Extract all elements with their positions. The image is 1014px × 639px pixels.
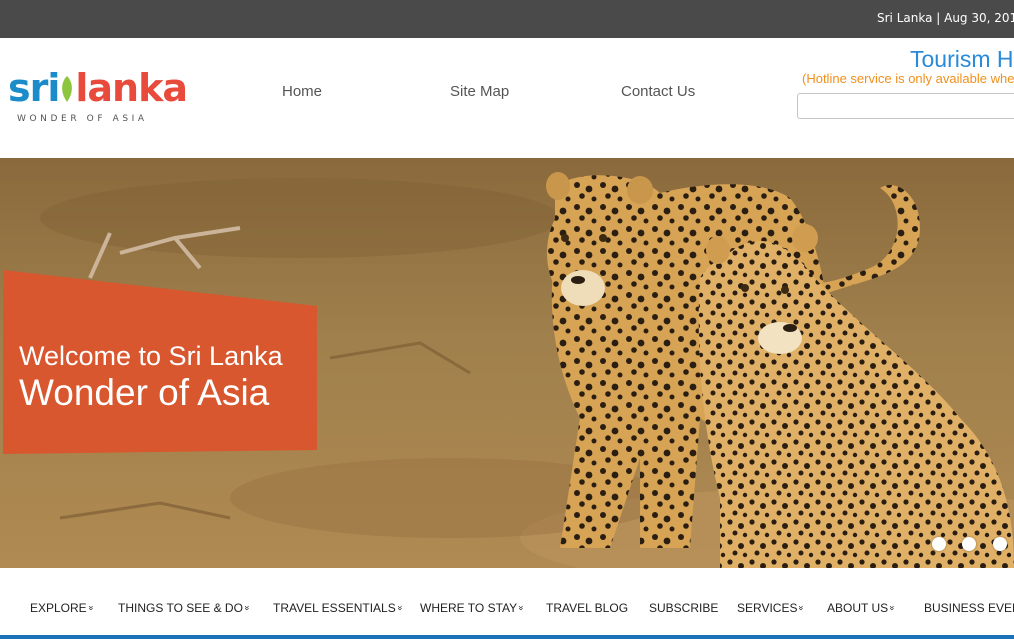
- menu-things-to-see-do[interactable]: THINGS TO SEE & DO»: [118, 601, 253, 615]
- chevron-double-down-icon: »: [887, 605, 898, 611]
- slider-dot-3[interactable]: [993, 537, 1007, 551]
- menu-where-to-stay-label: WHERE TO STAY: [420, 601, 518, 615]
- hotline-input[interactable]: [797, 93, 1014, 119]
- menu-subscribe-label: SUBSCRIBE: [649, 601, 719, 615]
- menu-things-label: THINGS TO SEE & DO: [118, 601, 243, 615]
- top-bar: Sri Lanka | Aug 30, 2016 11: [0, 0, 1014, 38]
- slider-dot-2[interactable]: [962, 537, 976, 551]
- menu-about-us[interactable]: ABOUT US»: [827, 601, 898, 615]
- welcome-line1: Welcome to Sri Lanka: [19, 341, 283, 371]
- chevron-double-down-icon: »: [796, 605, 807, 611]
- menu-travel-blog-label: TRAVEL BLOG: [546, 601, 629, 615]
- logo-wordmark: sri lanka: [8, 66, 188, 110]
- chevron-double-down-icon: »: [86, 605, 97, 611]
- menu-services[interactable]: SERVICES»: [737, 601, 807, 615]
- nav-home-link[interactable]: Home: [282, 83, 322, 100]
- menu-about-us-label: ABOUT US: [827, 601, 889, 615]
- logo-tagline: WONDER OF ASIA: [17, 114, 148, 124]
- location-date-text: Sri Lanka | Aug 30, 2016 11: [877, 11, 1014, 25]
- chevron-double-down-icon: »: [516, 605, 527, 611]
- hotline-title: Tourism H: [910, 46, 1014, 72]
- slider-dot-1[interactable]: [932, 537, 946, 551]
- menu-subscribe[interactable]: SUBSCRIBE: [649, 601, 718, 615]
- menu-travel-essentials-label: TRAVEL ESSENTIALS: [273, 601, 396, 615]
- site-header: sri lanka WONDER OF ASIA Home Site Map C…: [0, 38, 1014, 158]
- chevron-double-down-icon: »: [242, 605, 253, 611]
- nav-contact-link[interactable]: Contact Us: [621, 83, 695, 100]
- menu-explore-label: EXPLORE: [30, 601, 87, 615]
- nav-site-map-link[interactable]: Site Map: [450, 83, 509, 100]
- menu-where-to-stay[interactable]: WHERE TO STAY»: [420, 601, 527, 615]
- hero-slider[interactable]: Welcome to Sri Lanka Wonder of Asia: [0, 158, 1014, 568]
- menu-services-label: SERVICES: [737, 601, 798, 615]
- welcome-line2: Wonder of Asia: [19, 372, 270, 413]
- logo-word-part1: sri: [8, 66, 60, 110]
- menu-explore[interactable]: EXPLORE»: [30, 601, 97, 615]
- menu-travel-essentials[interactable]: TRAVEL ESSENTIALS»: [273, 601, 406, 615]
- site-logo[interactable]: sri lanka WONDER OF ASIA: [8, 66, 188, 130]
- hotline-note: (Hotline service is only available whe: [802, 71, 1014, 86]
- main-menu: EXPLORE» THINGS TO SEE & DO» TRAVEL ESSE…: [0, 568, 1014, 639]
- menu-accent-bar: [0, 635, 1014, 639]
- menu-business-events[interactable]: BUSINESS EVENTS: [924, 601, 1014, 615]
- menu-business-events-label: BUSINESS EVENTS: [924, 601, 1014, 615]
- menu-travel-blog[interactable]: TRAVEL BLOG: [546, 601, 628, 615]
- leaf-icon: [59, 69, 75, 102]
- logo-word-part2: lanka: [75, 66, 188, 110]
- chevron-double-down-icon: »: [395, 605, 406, 611]
